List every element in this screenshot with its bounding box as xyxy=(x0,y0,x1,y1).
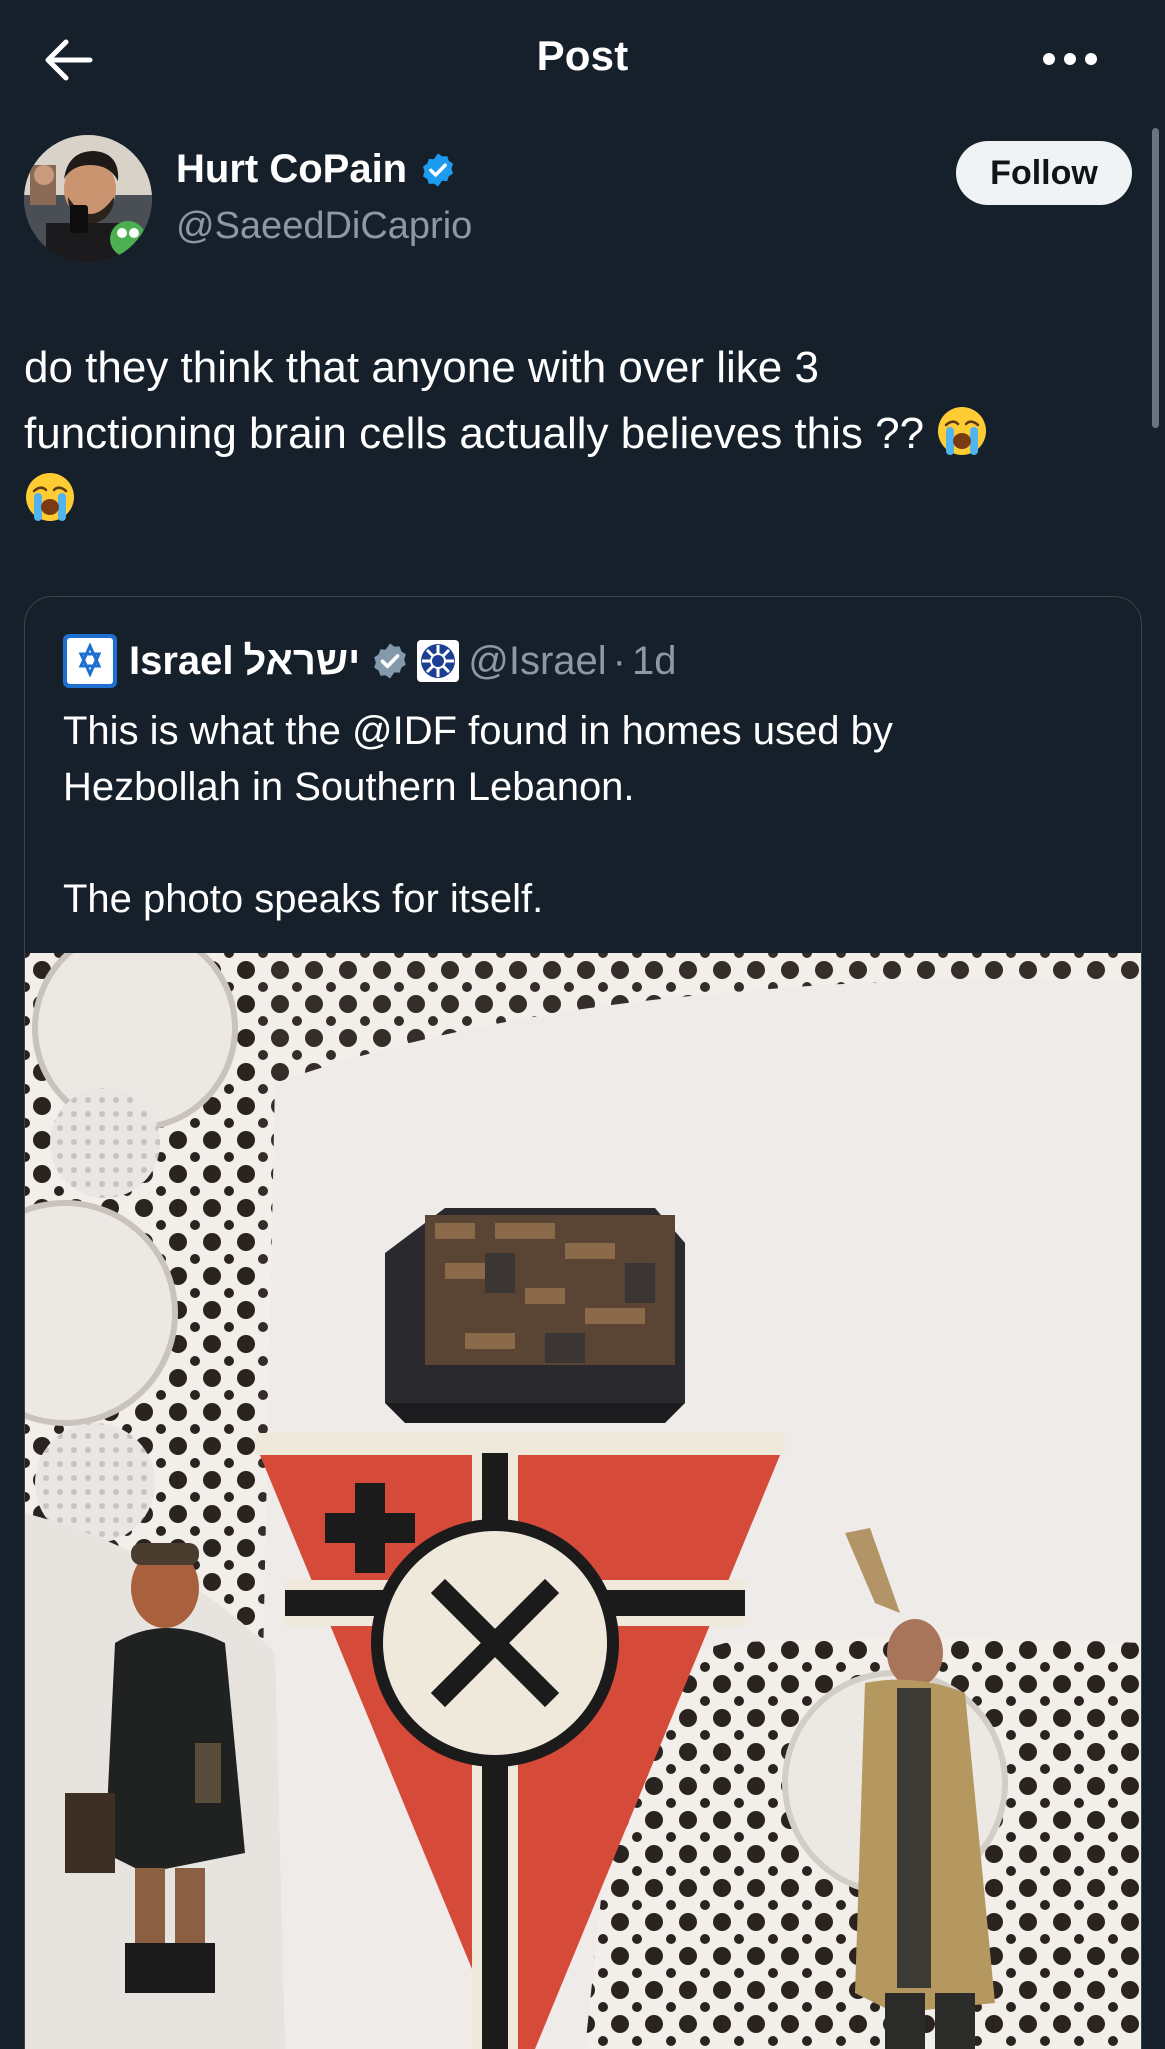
quoted-separator: · xyxy=(612,638,626,683)
quoted-post-text: This is what the @IDF found in homes use… xyxy=(63,703,1103,927)
quoted-timestamp[interactable]: 1d xyxy=(632,639,677,684)
page-title: Post xyxy=(536,32,629,79)
more-button[interactable] xyxy=(1035,34,1105,84)
author-handle[interactable]: @SaeedDiCaprio xyxy=(176,205,472,248)
scrollbar[interactable] xyxy=(1152,128,1159,428)
quoted-author-name[interactable]: Israel xyxy=(129,639,234,684)
tweet-text-line-1: do they think that anyone with over like… xyxy=(24,343,819,392)
verified-badge-icon xyxy=(423,152,454,187)
author-name: Hurt CoPain xyxy=(176,147,408,191)
quoted-text-line-2: Hezbollah in Southern Lebanon. xyxy=(63,765,635,809)
quoted-text-line-3: The photo speaks for itself. xyxy=(63,877,544,921)
tweet-text-line-2-text: functioning brain cells actually believe… xyxy=(24,409,925,458)
loudly-crying-face-icon xyxy=(938,407,987,455)
quoted-post-card[interactable]: Israel ישראל @Israel · 1d This is what t… xyxy=(24,596,1142,2049)
gov-emblem-icon xyxy=(417,640,460,682)
verified-gray-badge-icon xyxy=(374,643,407,679)
avatar[interactable] xyxy=(24,135,152,263)
quoted-post-photo[interactable] xyxy=(25,925,1141,2049)
quoted-text-line-1: This is what the @IDF found in homes use… xyxy=(63,709,893,753)
tweet-text-line-2: functioning brain cells actually believe… xyxy=(24,401,1134,467)
avatar-photo xyxy=(24,135,152,263)
quoted-post-header: Israel ישראל @Israel · 1d xyxy=(63,633,676,689)
loudly-crying-face-icon xyxy=(26,473,74,521)
author-name-row[interactable]: Hurt CoPain xyxy=(176,147,457,192)
photo-image xyxy=(25,925,1141,2049)
top-bar: Post xyxy=(0,0,1165,120)
quoted-author-handle[interactable]: @Israel xyxy=(468,639,606,684)
author-row: Hurt CoPain @SaeedDiCaprio Follow xyxy=(24,135,1132,270)
follow-button[interactable]: Follow xyxy=(956,141,1132,205)
quoted-avatar-flag-icon[interactable] xyxy=(63,634,117,688)
tweet-text-line-3 xyxy=(24,467,1134,533)
more-horizontal-icon xyxy=(1043,53,1097,65)
quoted-author-name-hebrew[interactable]: ישראל xyxy=(244,639,361,684)
tweet-text: do they think that anyone with over like… xyxy=(24,335,1134,533)
